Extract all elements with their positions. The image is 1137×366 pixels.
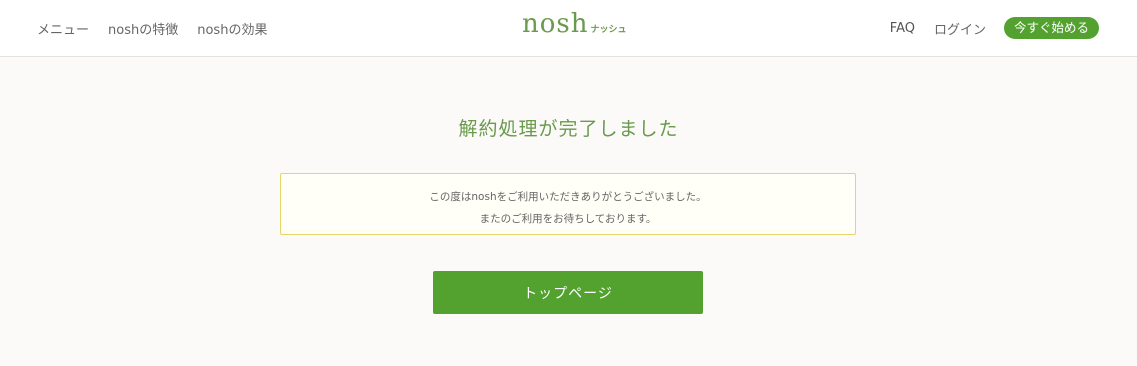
menu-link[interactable]: メニュー	[37, 19, 89, 38]
features-link[interactable]: noshの特徴	[108, 19, 178, 38]
start-now-button[interactable]: 今すぐ始める	[1003, 17, 1099, 39]
nav-left: メニュー noshの特徴 noshの効果	[37, 0, 286, 56]
top-page-button[interactable]: トップページ	[433, 271, 703, 314]
page-title: 解約処理が完了しました	[458, 118, 679, 140]
notice-line-2: またのご利用をお待ちしております。	[479, 213, 657, 225]
logo-katakana: ナッシュ	[590, 25, 627, 35]
login-link[interactable]: ログイン	[934, 19, 986, 38]
notice-line-1: この度はnoshをご利用いただきありがとうございました。	[429, 191, 707, 203]
nav-right: FAQ ログイン 今すぐ始める	[890, 0, 1099, 56]
logo-wordmark: nosh	[522, 9, 589, 39]
thank-you-notice: この度はnoshをご利用いただきありがとうございました。 またのご利用をお待ちし…	[280, 173, 856, 235]
nosh-logo[interactable]: nosh ナッシュ	[522, 9, 627, 39]
effects-link[interactable]: noshの効果	[197, 19, 267, 38]
faq-link[interactable]: FAQ	[890, 21, 915, 36]
site-header: メニュー noshの特徴 noshの効果 nosh ナッシュ FAQ ログイン …	[0, 0, 1137, 57]
